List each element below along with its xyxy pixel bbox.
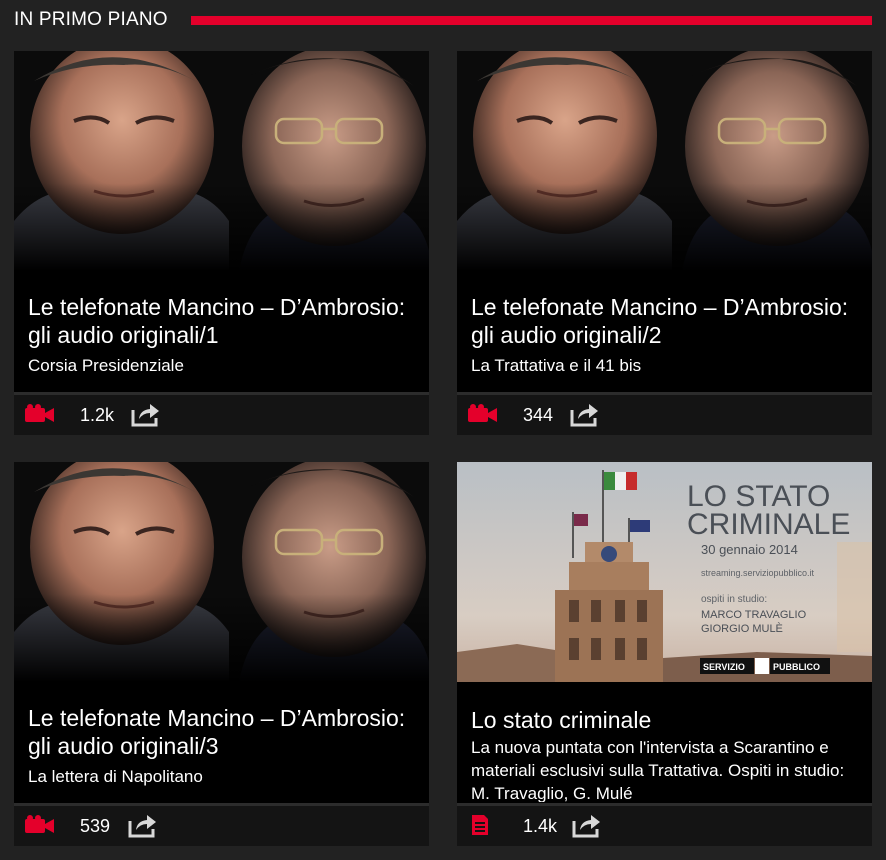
video-camera-icon	[25, 404, 54, 422]
article-thumbnail[interactable]	[457, 51, 872, 271]
article-title[interactable]: Le telefonate Mancino – D’Ambrosio: gli …	[28, 704, 420, 760]
view-count: 1.2k	[80, 405, 115, 425]
card-footer: 344	[457, 392, 872, 435]
article-thumbnail[interactable]: LO STATO CRIMINALE 30 gennaio 2014 strea…	[457, 462, 872, 682]
article-subtitle: Corsia Presidenziale	[28, 356, 184, 375]
article-subtitle: La nuova puntata con l'intervista a Scar…	[471, 738, 845, 802]
image-date: 30 gennaio 2014	[701, 542, 798, 557]
article-card[interactable]: Le telefonate Mancino – D’Ambrosio: gli …	[14, 51, 429, 435]
section-divider	[191, 16, 872, 25]
article-thumbnail[interactable]	[14, 51, 429, 271]
video-camera-icon	[468, 404, 497, 422]
image-logo-right: PUBBLICO	[773, 662, 820, 672]
view-count: 539	[80, 816, 111, 836]
section-header: IN PRIMO PIANO	[0, 0, 886, 44]
card-footer: 539	[14, 803, 429, 846]
article-subtitle: La lettera di Napolitano	[28, 767, 203, 786]
article-title[interactable]: Lo stato criminale	[471, 706, 863, 734]
share-icon[interactable]	[127, 812, 157, 838]
video-camera-icon	[25, 815, 54, 833]
article-title[interactable]: Le telefonate Mancino – D’Ambrosio: gli …	[28, 293, 420, 349]
section-title: IN PRIMO PIANO	[14, 9, 168, 30]
share-icon[interactable]	[569, 401, 599, 427]
image-logo-left: SERVIZIO	[703, 662, 745, 672]
share-icon[interactable]	[130, 401, 160, 427]
image-guest-2: GIORGIO MULÈ	[701, 622, 783, 635]
card-footer: 1.4k	[457, 803, 872, 846]
share-icon[interactable]	[571, 812, 601, 838]
article-card[interactable]: Le telefonate Mancino – D’Ambrosio: gli …	[14, 462, 429, 846]
image-headline-line-2: CRIMINALE	[687, 508, 850, 541]
view-count: 344	[523, 405, 554, 425]
article-title[interactable]: Le telefonate Mancino – D’Ambrosio: gli …	[471, 293, 863, 349]
article-card[interactable]: LO STATO CRIMINALE 30 gennaio 2014 strea…	[457, 462, 872, 846]
article-card[interactable]: Le telefonate Mancino – D’Ambrosio: gli …	[457, 51, 872, 435]
article-subtitle: La Trattativa e il 41 bis	[471, 356, 642, 375]
image-streaming-url: streaming.serviziopubblico.it	[701, 568, 815, 578]
view-count: 1.4k	[523, 816, 558, 836]
card-footer: 1.2k	[14, 392, 429, 435]
image-guest-1: MARCO TRAVAGLIO	[701, 609, 807, 621]
article-icon	[472, 815, 488, 835]
article-thumbnail[interactable]	[14, 462, 429, 682]
image-guests-label: ospiti in studio:	[701, 594, 767, 605]
